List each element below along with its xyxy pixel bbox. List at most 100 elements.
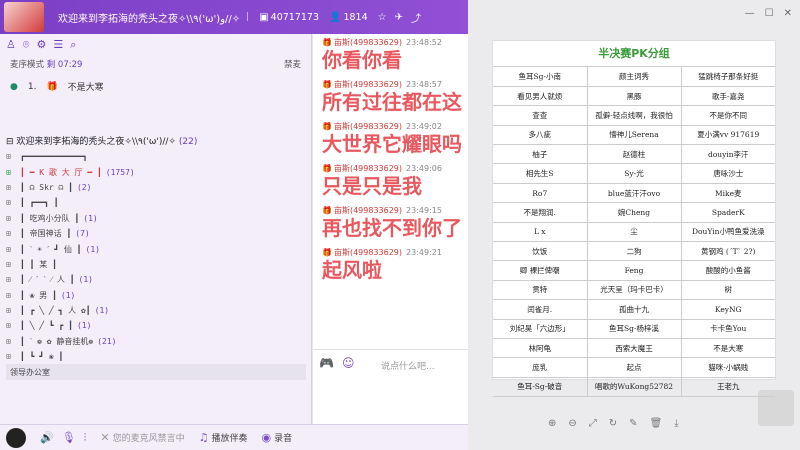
expand-icon[interactable]: ⊞ xyxy=(6,275,20,284)
fit-icon[interactable]: ⤢ xyxy=(589,418,597,429)
user-icon[interactable]: ♙ xyxy=(6,38,16,52)
expand-icon[interactable]: ⊞ xyxy=(6,321,20,330)
table-cell: 光天呈（玛卡巴卡） xyxy=(587,280,682,301)
collapse-icon[interactable]: ⊟ xyxy=(6,137,16,147)
music-icon[interactable]: ♫ xyxy=(199,431,209,444)
zoom-out-icon[interactable]: ⊖ xyxy=(568,418,576,429)
subchannel-row[interactable]: ⊞ ┃ ˋ ☀ ˊ ┛ 仙 ┃ (1) xyxy=(6,241,306,256)
subchannel-row[interactable]: ⊞ ┃ ╲ ╱ ┗ ┏ ┃ (1) xyxy=(6,318,306,333)
zoom-in-icon[interactable]: ⊕ xyxy=(548,418,556,429)
subchannel-name: ┃ 帝国神话 ┃ xyxy=(20,229,72,239)
speaker-icon[interactable]: 🔊 xyxy=(40,431,54,444)
chat-message: 🎁 亩斯(499833629) 23:49:02 大世界它耀眼吗 xyxy=(313,118,468,160)
download-icon[interactable]: ⤓ xyxy=(674,418,678,429)
subchannel-count: (1) xyxy=(78,275,93,285)
subchannel-row[interactable]: ⊞ ┃ ☊ Skr ☊ ┃ (2) xyxy=(6,180,306,195)
notes-icon[interactable]: ☰ xyxy=(53,38,63,52)
share-icon[interactable]: ⤴ xyxy=(411,10,421,25)
expand-icon[interactable]: ⊞ xyxy=(6,260,20,269)
expand-icon[interactable]: ⊞ xyxy=(6,306,20,315)
expand-icon[interactable]: ⊞ xyxy=(6,152,20,161)
expand-icon[interactable]: ⊞ xyxy=(6,183,20,192)
record-icon[interactable]: ◉ xyxy=(262,431,272,444)
subchannel-row[interactable]: ⊞ ┃ ❀ 男 ┃ (1) xyxy=(6,288,306,303)
chat-user[interactable]: 亩斯(499833629) xyxy=(334,206,402,215)
record-button[interactable]: 录音 xyxy=(274,431,292,444)
expand-icon[interactable]: ⊞ xyxy=(6,245,20,254)
table-row: L x 尘 DouYin小鸭鱼爱洗澡 xyxy=(493,222,775,243)
expand-icon[interactable]: ⊞ xyxy=(6,352,20,361)
emoji-icon[interactable]: ☺ xyxy=(342,356,355,370)
subchannel-row[interactable]: ⊞ ┃ ˋ ❁ ✿ 静音挂机❁ (21) xyxy=(6,334,306,349)
edit-icon[interactable]: ✎ xyxy=(629,418,637,429)
app-logo xyxy=(6,427,26,448)
mic-icon[interactable]: 🎙 xyxy=(62,431,76,444)
table-row: 闰雀月. 孤曲十九 KeyNG xyxy=(493,299,775,320)
table-cell: Sy-光 xyxy=(587,163,682,184)
play-accompaniment-button[interactable]: 播放伴奏 xyxy=(212,431,248,444)
expand-icon[interactable]: ⊞ xyxy=(6,337,20,346)
subchannel-row[interactable]: ⊞ ┃ ┏ ╲ ╱ ┓ 人 ✿┃ (1) xyxy=(6,303,306,318)
chat-text: 再也找不到你了 xyxy=(322,216,462,240)
expand-icon[interactable]: ⊞ xyxy=(6,198,20,207)
queue-item[interactable]: ● 1. 🎁 不是大寒 xyxy=(0,72,311,101)
table-cell: DouYin小鸭鱼爱洗澡 xyxy=(681,222,775,243)
table-row: 看见男人就烦 黑豚 歌手-嘉尧 xyxy=(493,86,775,107)
maximize-icon[interactable]: ☐ xyxy=(765,8,774,19)
table-cell: blue蓝汗汗ovo xyxy=(587,183,682,204)
table-cell: Feng xyxy=(587,260,682,281)
expand-icon[interactable]: ⊞ xyxy=(6,168,20,177)
subchannel-row[interactable]: ⊞ ┏━━━━━━━━━━━━┓ xyxy=(6,149,306,164)
queue-index: 1. xyxy=(27,81,37,92)
subchannel-office[interactable]: 领导办公室 xyxy=(6,364,306,380)
chat-input[interactable]: 说点什么吧... xyxy=(381,359,435,372)
chat-user[interactable]: 亩斯(499833629) xyxy=(334,80,402,89)
table-cell: 不是大寒 xyxy=(681,338,775,359)
subchannel-row[interactable]: ⊞ ┃ 吃鸡小分队 ┃ (1) xyxy=(6,211,306,226)
settings-icon[interactable]: ⚙ xyxy=(36,38,46,52)
minimize-icon[interactable]: — xyxy=(745,8,755,19)
chat-text: 大世界它耀眼吗 xyxy=(322,132,462,156)
rotate-icon[interactable]: ↻ xyxy=(609,418,617,429)
location-icon[interactable]: ⌾ xyxy=(23,38,30,52)
subchannel-row[interactable]: ⊞ ┃ ┏━━┓ ┃ xyxy=(6,195,306,210)
chat-message: 🎁 亩斯(499833629) 23:49:21 起风啦 xyxy=(313,244,468,286)
subchannel-row[interactable]: ⊞ ┃ ┃ 某 ┃ xyxy=(6,257,306,272)
expand-icon[interactable]: ⊞ xyxy=(6,291,20,300)
table-cell: 林阿龟 xyxy=(493,338,588,359)
table-row: 鱼耳Sg-小南 颜主词秀 猛跳椅子那条好挺 xyxy=(493,67,775,87)
subchannel-row[interactable]: ⊞ ┃ ━ K 歌 大 厅 ━ ┃ (1757) xyxy=(6,164,306,179)
gamepad-icon[interactable]: 🎮 xyxy=(319,356,334,370)
table-cell: 鱼耳-Sg-破音 xyxy=(493,377,588,398)
table-cell: 多八疵 xyxy=(493,125,588,146)
subchannel-count: (1) xyxy=(76,321,92,331)
channel-title-row[interactable]: ⊟ 欢迎来到李拓海的秃头之夜✧\\٩('ω')//✧ (22) xyxy=(6,132,306,149)
subchannel-row[interactable]: ⊞ ┃ ┗ ┛ ❀ ┃ xyxy=(6,349,306,364)
chat-text: 你看你看 xyxy=(322,48,402,72)
subchannel-name: ┃ ━ K 歌 大 厅 ━ ┃ xyxy=(20,167,102,177)
room-avatar[interactable] xyxy=(4,2,44,32)
expand-icon[interactable]: ⊞ xyxy=(6,229,20,238)
chat-user[interactable]: 亩斯(499833629) xyxy=(334,164,402,173)
table-row: 卿 裸拦俾嘲 Feng 酸酸的小鱼酱 xyxy=(493,260,775,281)
chat-user[interactable]: 亩斯(499833629) xyxy=(334,38,402,47)
table-row: 相先生S Sy-光 唐咏沙士 xyxy=(493,163,775,184)
delete-icon[interactable]: 🗑 xyxy=(650,418,663,429)
close-icon[interactable]: ✕ xyxy=(784,8,792,19)
table-cell: 鱼耳Sg-小南 xyxy=(493,67,588,87)
chat-message: 🎁 亩斯(499833629) 23:48:52 你看你看 xyxy=(313,34,468,76)
subchannel-row[interactable]: ⊞ ┃ 帝国神话 ┃ (7) xyxy=(6,226,306,241)
expand-icon[interactable]: ⊞ xyxy=(6,214,20,223)
subchannel-row[interactable]: ⊞ ┃ ⁄ ˊ ˋ ⁄ 人 ┃ (1) xyxy=(6,272,306,287)
chat-user[interactable]: 亩斯(499833629) xyxy=(334,122,402,131)
divider: | xyxy=(246,12,250,22)
mute-mic-button[interactable]: 禁麦 xyxy=(284,58,301,70)
star-icon[interactable]: ☆ xyxy=(378,12,387,23)
equalizer-icon[interactable]: ⫶ xyxy=(84,431,87,445)
airplane-icon[interactable]: ✈ xyxy=(395,12,403,23)
gift-icon: 🎁 xyxy=(322,122,332,131)
chat-time: 23:49:15 xyxy=(406,206,442,215)
chat-user[interactable]: 亩斯(499833629) xyxy=(334,248,402,257)
chat-time: 23:49:06 xyxy=(406,164,442,173)
search-icon[interactable]: ⌕ xyxy=(70,38,76,52)
